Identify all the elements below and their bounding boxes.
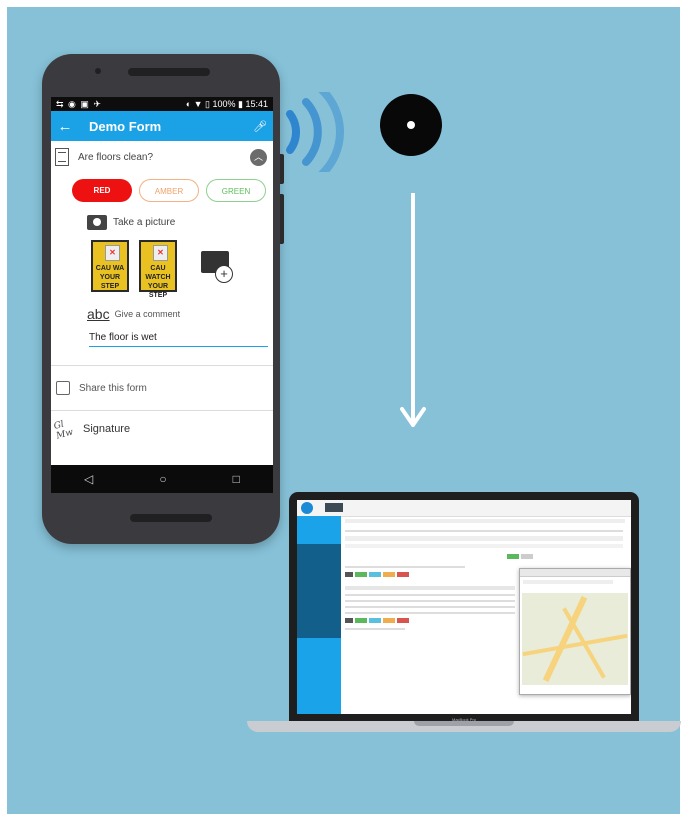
photo-thumbnail[interactable]: ✕ CAU WA YOUR STEP: [91, 240, 129, 292]
choice-red[interactable]: RED: [72, 179, 132, 202]
question-text: Are floors clean?: [78, 151, 154, 163]
status-bar: ⇆ ◉ ▣ ✈ ◐ ▼ ▯ 100% ▮ 15:41: [51, 97, 273, 111]
signature-row[interactable]: Gl Mw Signature: [51, 411, 273, 447]
toolbar-buttons[interactable]: [325, 503, 343, 512]
web-breadcrumb: [345, 519, 625, 523]
earpiece: [128, 68, 210, 76]
take-picture-label: Take a picture: [113, 217, 176, 228]
photo-thumbnail[interactable]: ✕ CAU WATCH YOUR STEP: [139, 240, 177, 299]
logo-icon: [301, 502, 313, 514]
add-image-icon[interactable]: +: [201, 249, 235, 283]
map-popup-window[interactable]: [519, 568, 631, 695]
comment-row: abc Give a comment: [87, 306, 273, 322]
laptop-screen: [297, 500, 631, 714]
choice-group: RED AMBER GREEN: [51, 173, 273, 208]
delete-icon[interactable]: ✕: [153, 245, 168, 261]
volume-button[interactable]: [280, 194, 284, 244]
share-checkbox[interactable]: [56, 381, 70, 395]
arrow-down-icon: [400, 193, 426, 427]
camera-icon: [87, 215, 107, 230]
photo-caption: CAU WA YOUR STEP: [95, 265, 125, 290]
web-app-header: [297, 500, 631, 517]
signature-label: Signature: [83, 423, 131, 435]
laptop: [289, 492, 639, 721]
wireless-signal-icon: [286, 92, 344, 172]
delete-icon[interactable]: ✕: [105, 245, 120, 261]
app-title: Demo Form: [89, 118, 162, 134]
choice-amber[interactable]: AMBER: [139, 179, 199, 202]
question-card: Are floors clean? ︿ RED AMBER GREEN Take…: [51, 141, 273, 366]
laptop-model-label: MacBook Pro: [451, 717, 476, 722]
comment-label: Give a comment: [114, 309, 181, 319]
share-row[interactable]: Share this form: [51, 366, 273, 411]
status-left-icons: ⇆ ◉ ▣ ✈: [56, 98, 102, 109]
nav-home-icon[interactable]: ○: [159, 472, 166, 486]
abc-icon: abc: [87, 306, 110, 322]
bottom-speaker: [130, 514, 212, 522]
choice-green[interactable]: GREEN: [206, 179, 266, 202]
app-bar: ← Demo Form 🎤︎: [51, 111, 273, 141]
take-picture-row[interactable]: Take a picture: [87, 215, 273, 230]
mic-icon[interactable]: 🎤︎: [253, 120, 267, 133]
comment-input[interactable]: The floor is wet: [89, 332, 268, 347]
android-nav-bar: ◁ ○ □: [51, 465, 273, 493]
share-label: Share this form: [79, 382, 147, 394]
phone-screen: ⇆ ◉ ▣ ✈ ◐ ▼ ▯ 100% ▮ 15:41 ← Demo Form 🎤…: [51, 97, 273, 493]
arrow-left-icon[interactable]: ←: [51, 118, 79, 135]
phone: ⇆ ◉ ▣ ✈ ◐ ▼ ▯ 100% ▮ 15:41 ← Demo Form 🎤…: [42, 54, 284, 544]
nfc-tag-icon: [380, 94, 442, 156]
photo-caption: CAU WATCH YOUR STEP: [145, 265, 171, 299]
front-camera: [95, 68, 101, 74]
nav-back-icon[interactable]: ◁: [84, 472, 93, 486]
chevron-up-icon[interactable]: ︿: [250, 148, 267, 166]
status-right: ◐ ▼ ▯ 100% ▮ 15:41: [185, 98, 268, 109]
document-icon: [55, 148, 69, 166]
web-sidebar: [297, 516, 341, 714]
nav-recents-icon[interactable]: □: [233, 472, 240, 486]
signature-icon: Gl Mw: [52, 419, 75, 442]
map[interactable]: [522, 593, 628, 685]
photo-thumbnails: ✕ CAU WA YOUR STEP ✕ CAU WATCH YOUR STEP…: [91, 240, 273, 299]
